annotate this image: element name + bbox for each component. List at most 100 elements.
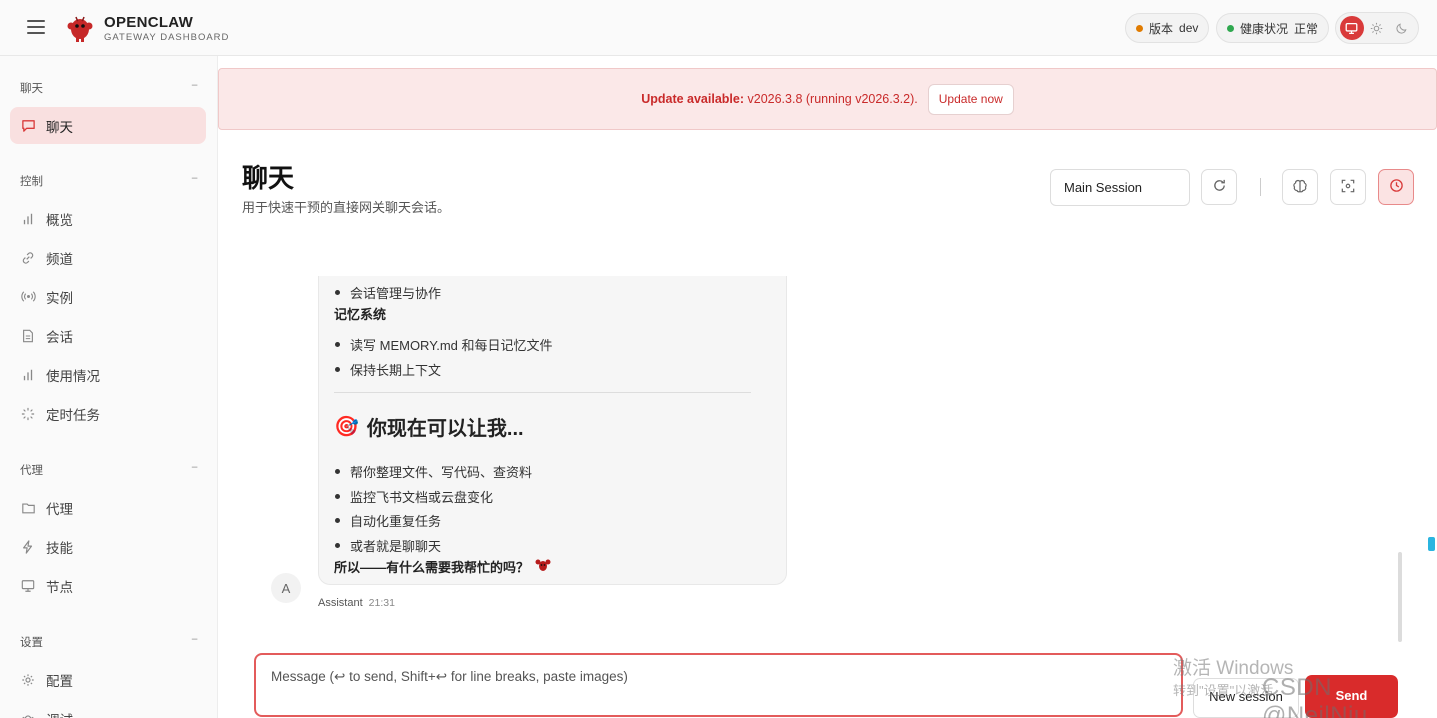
sidebar-item-sessions[interactable]: 会话 <box>10 317 206 354</box>
version-status-dot <box>1136 24 1143 32</box>
sidebar-item-label: 配置 <box>46 673 73 689</box>
refresh-button[interactable] <box>1201 169 1237 205</box>
focus-icon <box>1341 179 1355 196</box>
sidebar-section-title: 控制 <box>20 176 43 188</box>
sun-icon[interactable] <box>1365 16 1389 40</box>
bug-icon <box>20 711 36 718</box>
sidebar-item-label: 频道 <box>46 251 73 267</box>
message-heading-text: 你现在可以让我... <box>366 418 524 440</box>
monitor-icon <box>20 578 36 594</box>
menu-icon[interactable] <box>27 20 45 34</box>
monitor-icon[interactable] <box>1339 16 1364 40</box>
sidebar-item-debug[interactable]: 调试 <box>10 700 206 718</box>
thinking-toggle-button[interactable] <box>1282 169 1318 205</box>
sidebar-item-label: 概览 <box>46 212 73 228</box>
collapse-icon[interactable]: − <box>191 80 198 96</box>
sidebar-item-label: 调试 <box>46 709 73 718</box>
closing-text: 所以——有什么需要我帮忙的吗？ <box>334 560 530 575</box>
zap-icon <box>20 539 36 555</box>
clock-icon <box>1389 178 1404 196</box>
sidebar-item-channels[interactable]: 频道 <box>10 239 206 276</box>
page-scroll-indicator[interactable] <box>1428 537 1435 551</box>
brand-title: OPENCLAW <box>104 14 194 31</box>
sidebar-section-settings[interactable]: 设置 − <box>20 634 198 650</box>
list-item: 保持长期上下文 <box>334 360 441 379</box>
version-pill: 版本 dev <box>1125 13 1210 43</box>
message-input[interactable] <box>271 669 1151 684</box>
message-icon <box>20 118 36 134</box>
closing-line: 所以——有什么需要我帮忙的吗？ <box>334 557 551 576</box>
health-label: 健康状况 <box>1240 21 1289 36</box>
target-emoji-icon: 🎯 <box>334 416 359 438</box>
divider <box>334 392 751 393</box>
link-icon <box>20 250 36 266</box>
sidebar-item-config[interactable]: 配置 <box>10 661 206 698</box>
refresh-icon <box>1212 178 1227 196</box>
history-button[interactable] <box>1378 169 1414 205</box>
update-banner-version: v2026.3.8 (running v2026.3.2). <box>744 92 918 106</box>
sidebar-item-label: 定时任务 <box>46 407 100 423</box>
health-status-dot <box>1227 24 1234 32</box>
sidebar-item-agents[interactable]: 代理 <box>10 489 206 526</box>
update-banner-prefix: Update available: <box>641 92 745 106</box>
sidebar-section-title: 设置 <box>20 637 43 649</box>
sidebar-item-instances[interactable]: 实例 <box>10 278 206 315</box>
csdn-watermark: CSDN @NeilNiu <box>1262 674 1368 718</box>
sidebar-item-overview[interactable]: 概览 <box>10 200 206 237</box>
update-now-button[interactable]: Update now <box>927 83 1014 115</box>
openclaw-logo-icon <box>66 14 94 42</box>
update-banner: Update available: v2026.3.8 (running v20… <box>218 68 1437 130</box>
collapse-icon[interactable]: − <box>191 462 198 478</box>
lobster-icon <box>535 558 551 575</box>
sidebar-item-label: 会话 <box>46 329 73 345</box>
focus-mode-button[interactable] <box>1330 169 1366 205</box>
list-item: 自动化重复任务 <box>334 511 441 530</box>
sidebar: 聊天 − 聊天 控制 − 概览 频道 实例 会话 使用情况 定时任务 代理 − <box>0 56 218 718</box>
health-value: 正常 <box>1294 21 1319 36</box>
sidebar-item-chat[interactable]: 聊天 <box>10 107 206 144</box>
sidebar-item-label: 节点 <box>46 579 73 595</box>
radio-icon <box>20 289 36 305</box>
toolbar-divider <box>1260 178 1261 196</box>
bar-chart-icon <box>20 211 36 227</box>
update-banner-text: Update available: v2026.3.8 (running v20… <box>641 92 918 106</box>
section-heading: 记忆系统 <box>334 307 387 322</box>
page-subtitle: 用于快速干预的直接网关聊天会话。 <box>242 200 451 215</box>
brand: OPENCLAW GATEWAY DASHBOARD <box>104 14 229 43</box>
version-value: dev <box>1179 21 1199 35</box>
sidebar-section-title: 代理 <box>20 465 43 477</box>
sidebar-section-chat[interactable]: 聊天 − <box>20 80 198 96</box>
sidebar-item-label: 技能 <box>46 540 73 556</box>
moon-icon[interactable] <box>1390 16 1414 40</box>
chat-scrollbar[interactable] <box>1398 552 1402 642</box>
health-pill: 健康状况 正常 <box>1216 13 1330 43</box>
assistant-message-bubble: 会话管理与协作 记忆系统 读写 MEMORY.md 和每日记忆文件 保持长期上下… <box>318 276 787 585</box>
list-item: 或者就是聊聊天 <box>334 536 441 555</box>
windows-activation-hint: 转到"设置"以激活 <box>1173 683 1274 698</box>
sidebar-item-cron[interactable]: 定时任务 <box>10 395 206 432</box>
collapse-icon[interactable]: − <box>191 634 198 650</box>
sidebar-item-nodes[interactable]: 节点 <box>10 567 206 604</box>
sidebar-section-agent[interactable]: 代理 − <box>20 462 198 478</box>
message-composer <box>254 653 1183 717</box>
loader-icon <box>20 406 36 422</box>
brain-icon <box>1292 178 1308 197</box>
sidebar-item-label: 使用情况 <box>46 368 100 384</box>
gear-icon <box>20 672 36 688</box>
sidebar-item-skills[interactable]: 技能 <box>10 528 206 565</box>
version-label: 版本 <box>1149 21 1174 36</box>
page-title: 聊天 <box>242 163 295 193</box>
sidebar-section-title: 聊天 <box>20 83 43 95</box>
file-icon <box>20 328 36 344</box>
sidebar-item-label: 实例 <box>46 290 73 306</box>
list-item: 读写 MEMORY.md 和每日记忆文件 <box>334 335 552 354</box>
message-heading: 🎯 你现在可以让我... <box>334 412 524 441</box>
collapse-icon[interactable]: − <box>191 173 198 189</box>
sidebar-item-label: 聊天 <box>46 119 73 135</box>
sidebar-item-usage[interactable]: 使用情况 <box>10 356 206 393</box>
session-select[interactable]: Main Session <box>1050 169 1190 206</box>
brand-subtitle: GATEWAY DASHBOARD <box>104 32 230 43</box>
sidebar-section-control[interactable]: 控制 − <box>20 173 198 189</box>
assistant-avatar: A <box>271 573 301 603</box>
message-sender: Assistant <box>318 597 363 609</box>
